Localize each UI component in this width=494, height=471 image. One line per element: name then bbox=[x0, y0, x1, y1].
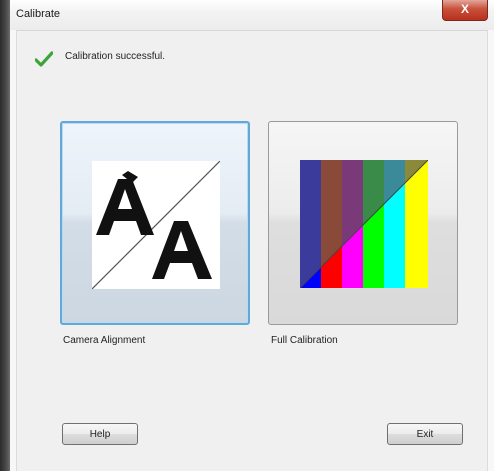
status-message: Calibration successful. bbox=[65, 51, 166, 62]
help-button[interactable]: Help bbox=[62, 423, 138, 445]
camera-alignment-icon bbox=[92, 161, 220, 289]
desktop-background-strip bbox=[0, 0, 10, 471]
full-calibration-label: Full Calibration bbox=[271, 335, 338, 346]
window-frame-right bbox=[487, 30, 494, 471]
camera-alignment-label: Camera Alignment bbox=[63, 335, 146, 346]
window-frame-left bbox=[10, 30, 17, 471]
calibrate-dialog: Calibrate X Calibration successful. Came… bbox=[10, 0, 494, 471]
dialog-content: Calibration successful. Camera Alignment… bbox=[17, 31, 487, 471]
title-bar[interactable]: Calibrate X bbox=[10, 0, 494, 31]
full-calibration-tile[interactable] bbox=[268, 121, 458, 325]
window-title: Calibrate bbox=[16, 8, 61, 20]
checkmark-icon bbox=[35, 51, 53, 67]
close-button[interactable]: X bbox=[442, 0, 488, 21]
exit-button[interactable]: Exit bbox=[387, 423, 463, 445]
full-calibration-icon bbox=[300, 160, 428, 288]
camera-alignment-tile[interactable] bbox=[60, 121, 250, 325]
